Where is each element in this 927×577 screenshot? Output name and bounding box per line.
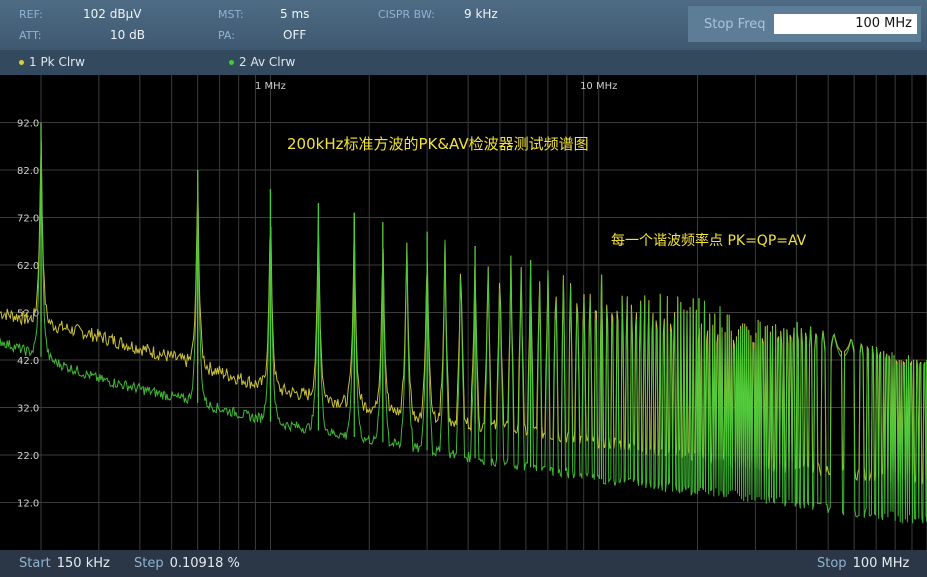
y-tick-label: 62.0	[17, 261, 39, 272]
trace-1-dot-icon	[19, 60, 24, 65]
start-value: 150 kHz	[56, 556, 110, 571]
trace-2-label: 2 Av Clrw	[239, 55, 296, 69]
stop-freq[interactable]: Stop 100 MHz	[817, 556, 909, 571]
x-tick-label: 10 MHz	[580, 81, 617, 92]
step-label: Step	[134, 556, 164, 571]
mst-label: MST:	[218, 8, 244, 21]
frequency-span-bar: Start 150 kHz Step 0.10918 % Stop 100 MHz	[0, 550, 927, 577]
y-tick-label: 82.0	[17, 166, 39, 177]
ref-level-label: REF:	[19, 8, 43, 21]
mst-value[interactable]: 5 ms	[280, 7, 309, 21]
cispr-bw-label: CISPR BW:	[378, 8, 435, 21]
trace-legend-bar: 1 Pk Clrw 2 Av Clrw	[0, 50, 927, 75]
stop-label: Stop	[817, 556, 847, 571]
step-size[interactable]: Step 0.10918 %	[134, 556, 240, 571]
av-trace-line	[0, 143, 927, 524]
start-freq[interactable]: Start 150 kHz	[19, 556, 110, 571]
y-tick-label: 22.0	[17, 451, 39, 462]
spectrum-analyzer-screen: REF: 102 dBµV ATT: 10 dB MST: 5 ms PA: O…	[0, 0, 927, 577]
spectrum-plot[interactable]: 12.0 22.0 32.0 42.0 52.0 62.0 72.0 82.0 92.0 1 MH…	[0, 75, 927, 550]
attenuation-value[interactable]: 10 dB	[110, 28, 145, 42]
stop-value: 100 MHz	[852, 556, 910, 571]
settings-status-bar: REF: 102 dBµV ATT: 10 dB MST: 5 ms PA: O…	[0, 0, 927, 50]
preamp-label: PA:	[218, 29, 235, 42]
y-tick-label: 72.0	[17, 214, 39, 225]
attenuation-label: ATT:	[19, 29, 42, 42]
ref-level-value[interactable]: 102 dBµV	[83, 7, 141, 21]
stop-freq-input[interactable]: 100 MHz	[774, 14, 917, 34]
trace-2-dot-icon	[229, 60, 234, 65]
step-value: 0.10918 %	[169, 556, 240, 571]
trace-1-label: 1 Pk Clrw	[29, 55, 85, 69]
trace-2-legend[interactable]: 2 Av Clrw	[229, 55, 295, 69]
y-tick-label: 92.0	[17, 119, 39, 130]
y-tick-label: 42.0	[17, 356, 39, 367]
trace-1-legend[interactable]: 1 Pk Clrw	[19, 55, 85, 69]
y-tick-label: 32.0	[17, 404, 39, 415]
spectrum-chart: 12.022.032.042.052.062.072.082.092.01 MH…	[0, 75, 927, 550]
chart-title: 200kHz标准方波的PK&AV检波器测试频谱图	[287, 135, 589, 153]
start-label: Start	[19, 556, 51, 571]
y-tick-label: 12.0	[17, 499, 39, 510]
stop-freq-entry[interactable]: Stop Freq 100 MHz	[688, 6, 921, 42]
x-tick-label: 1 MHz	[255, 81, 286, 92]
preamp-value[interactable]: OFF	[283, 28, 306, 42]
stop-freq-label: Stop Freq	[704, 17, 766, 32]
chart-annotation: 每一个谐波频率点 PK=QP=AV	[611, 232, 807, 249]
cispr-bw-value[interactable]: 9 kHz	[464, 7, 498, 21]
